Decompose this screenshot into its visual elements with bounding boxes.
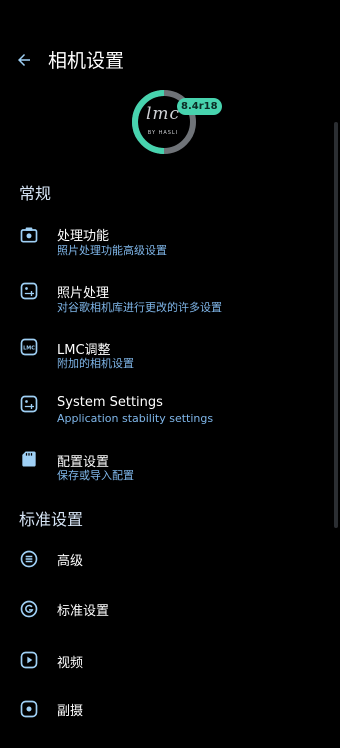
svg-text:LMC: LMC [23, 346, 35, 352]
menu-item-config-settings[interactable]: 配置设置 保存或导入配置 [0, 448, 340, 498]
app-logo: lmc BY HASLI [130, 86, 202, 158]
version-badge: 8.4r18 [177, 98, 222, 115]
menu-item-video[interactable]: 视频 [0, 648, 340, 698]
menu-item-title: 标准设置 [57, 604, 110, 619]
image-settings-icon [20, 282, 38, 300]
menu-item-advanced[interactable]: 高级 [0, 546, 340, 596]
camera-icon [20, 227, 38, 243]
page-title: 相机设置 [48, 50, 125, 72]
sd-card-icon [22, 451, 36, 467]
menu-item-secondary-camera[interactable]: 副摄 [0, 698, 340, 748]
menu-item-subtitle: 对谷歌相机库进行更改的许多设置 [57, 301, 222, 314]
list-icon [20, 550, 38, 568]
menu-item-title: 高级 [57, 554, 84, 569]
video-play-icon [20, 651, 38, 669]
menu-item-lmc-tuning[interactable]: LMC LMC调整 附加的相机设置 [0, 335, 340, 385]
lmc-badge-icon: LMC [20, 338, 38, 356]
menu-item-processing-features[interactable]: 处理功能 照片处理功能高级设置 [0, 222, 340, 272]
back-arrow-icon [18, 54, 30, 66]
menu-item-subtitle: 保存或导入配置 [57, 469, 134, 482]
logo-byline: BY HASLI [147, 130, 179, 136]
menu-item-photo-processing[interactable]: 照片处理 对谷歌相机库进行更改的许多设置 [0, 279, 340, 329]
back-button[interactable] [12, 48, 36, 72]
menu-item-subtitle: Application stability settings [57, 412, 214, 425]
menu-item-subtitle: 照片处理功能高级设置 [57, 244, 167, 257]
menu-item-title: System Settings [57, 395, 163, 410]
scrollbar[interactable] [334, 122, 338, 528]
google-icon [20, 600, 38, 618]
top-app-bar: 相机设置 [0, 40, 340, 80]
menu-item-system-settings[interactable]: System Settings Application stability se… [0, 392, 340, 442]
menu-item-title: 副摄 [57, 704, 84, 719]
menu-item-title: 视频 [57, 656, 84, 671]
menu-item-standard-settings[interactable]: 标准设置 [0, 596, 340, 646]
section-title-general: 常规 [19, 184, 52, 203]
image-settings-icon [20, 395, 38, 413]
section-title-standard: 标准设置 [19, 510, 84, 529]
secondary-camera-icon [20, 700, 38, 718]
menu-item-subtitle: 附加的相机设置 [57, 357, 134, 370]
